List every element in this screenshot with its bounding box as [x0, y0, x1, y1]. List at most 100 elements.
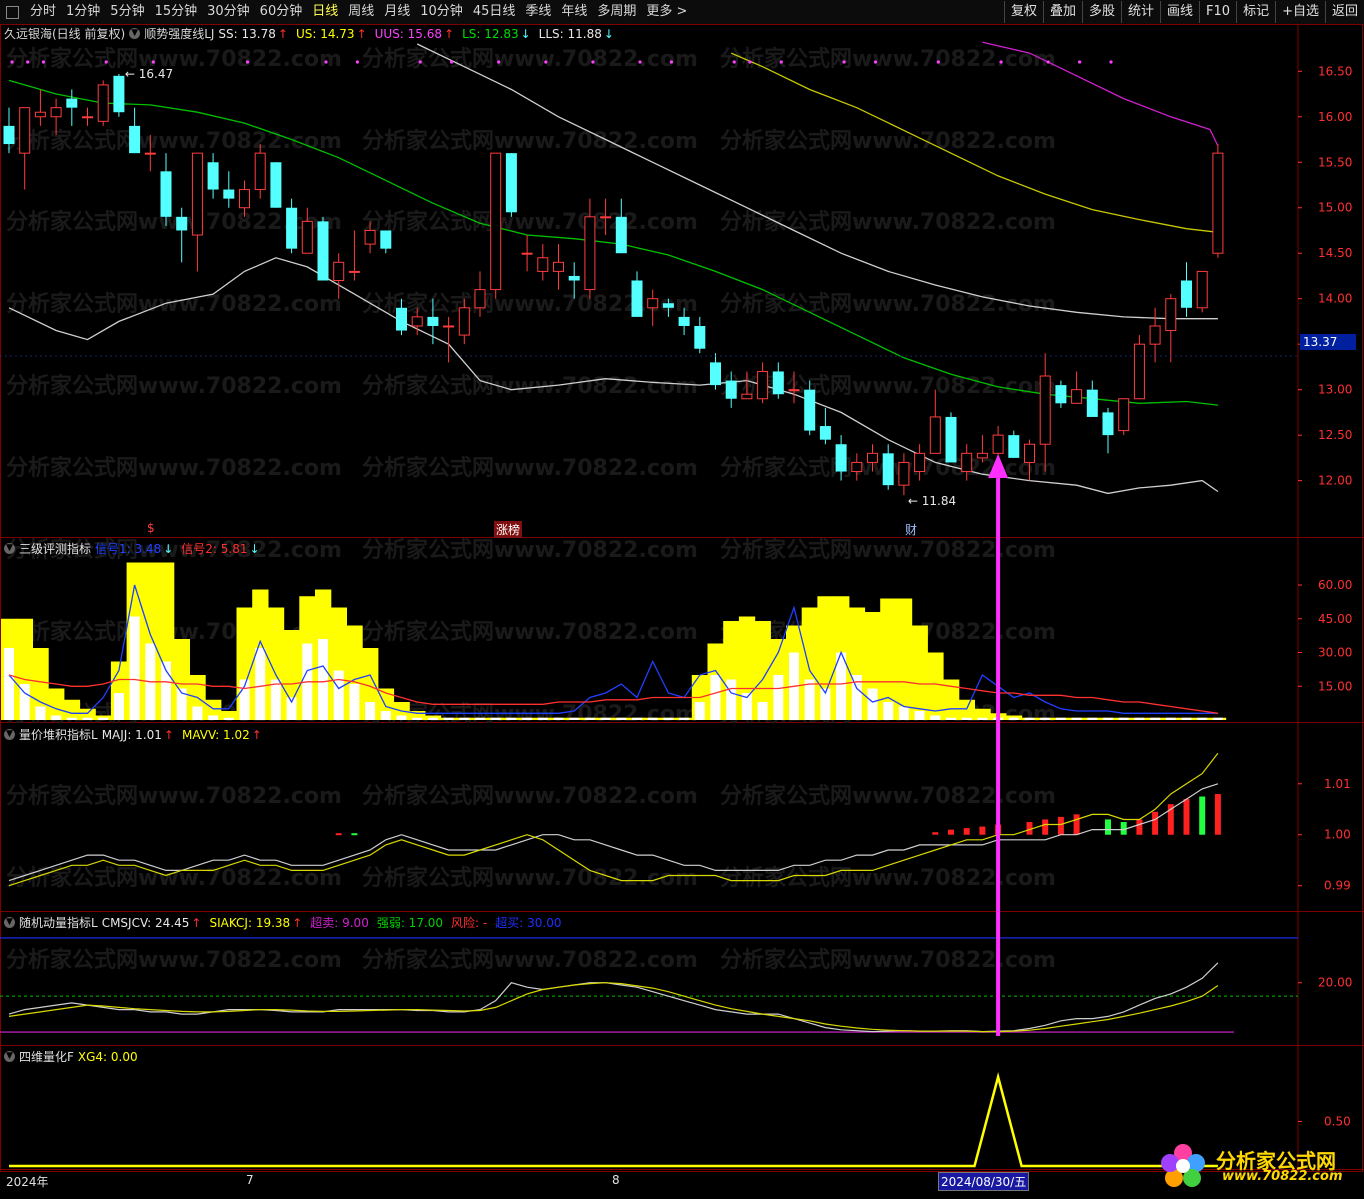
signal-dot: [418, 60, 422, 64]
white-bar: [365, 702, 376, 720]
panel2-axis-label: 0.99: [1324, 879, 1351, 893]
indicator-value: XG4: 0.00: [77, 1049, 138, 1064]
watermark-text: 分析家公式网www.70822.com: [720, 209, 1056, 235]
candle-body: [882, 453, 894, 486]
white-bar: [318, 639, 328, 720]
panel4-header: ▼ 四维量化F XG4: 0.00: [4, 1048, 146, 1065]
white-bar: [35, 706, 46, 720]
white-bar: [192, 706, 203, 720]
white-bar: [113, 693, 124, 720]
candle-body: [490, 152, 502, 291]
watermark-text: 分析家公式网www.70822.com: [362, 46, 698, 72]
candle-body: [1086, 389, 1098, 417]
watermark-text: 分析家公式网www.70822.com: [362, 373, 698, 399]
white-bar: [804, 679, 815, 720]
panel1-values: 信号1: 3.48 ↓ 信号2: 5.81 ↓: [95, 540, 268, 557]
candle-body: [443, 325, 455, 328]
price-axis-label: 16.50: [1318, 64, 1352, 78]
site-logo: 分析家公式网 www.70822.com: [1156, 1141, 1356, 1191]
candle-body: [3, 125, 15, 145]
candle-body: [270, 162, 282, 208]
signal-dot: [151, 60, 155, 64]
candle-body: [976, 452, 988, 459]
white-bar: [82, 717, 93, 720]
candle-body: [505, 153, 517, 213]
candle-body: [992, 434, 1004, 454]
trend-arrow-icon: ↓: [163, 542, 174, 556]
candle-body: [1071, 389, 1083, 404]
yellow-bar: [63, 699, 81, 720]
candle-body: [851, 461, 863, 473]
white-bar: [1040, 717, 1051, 720]
watermark-text: 分析家公式网www.70822.com: [362, 128, 698, 154]
white-bar: [914, 711, 925, 720]
event-tag[interactable]: 财: [905, 521, 917, 538]
toggle-icon[interactable]: ▼: [129, 28, 141, 39]
signal-dot: [936, 60, 940, 64]
price-axis-label: 12.50: [1318, 428, 1352, 442]
watermark-text: 分析家公式网www.70822.com: [362, 947, 698, 973]
yellow-bar: [958, 699, 975, 720]
x-axis-label: 8: [612, 1173, 620, 1187]
toggle-icon[interactable]: ▼: [4, 729, 15, 740]
white-bar: [51, 715, 62, 720]
panel3-values: CMSJCV: 24.45 ↑ SIAKCJ: 19.38 ↑ 超卖: 9.00 强弱: …: [102, 914, 570, 931]
watermark-text: 分析家公式网www.70822.com: [6, 783, 342, 809]
panel2-values: MAJJ: 1.01 ↑ MAVV: 1.02 ↑: [102, 728, 270, 742]
signal-dot: [748, 60, 752, 64]
candle-body: [427, 316, 439, 326]
event-tag[interactable]: 涨榜: [494, 521, 523, 538]
toggle-icon[interactable]: ▼: [4, 917, 15, 928]
candle-body: [50, 107, 62, 118]
watermark-text: 分析家公式网www.70822.com: [6, 46, 342, 72]
event-tag[interactable]: $: [147, 521, 155, 535]
panel1-header: ▼ 三级评测指标 信号1: 3.48 ↓ 信号2: 5.81 ↓: [4, 540, 268, 557]
candle-body: [474, 289, 486, 309]
indicator-values: SS: 13.78 ↑ US: 14.73 ↑ UUS: 15.68 ↑ LS: 12.83…: [218, 27, 622, 41]
white-bar: [898, 706, 909, 720]
watermark-text: 分析家公式网www.70822.com: [362, 865, 698, 891]
volume-bar: [979, 826, 986, 835]
candle-body: [1039, 375, 1051, 445]
white-bar: [584, 717, 595, 720]
candle-body: [898, 461, 910, 486]
white-bar: [647, 717, 658, 720]
volume-bar: [1057, 816, 1064, 835]
trend-arrow-icon: ↑: [277, 26, 288, 41]
toggle-icon[interactable]: ▼: [4, 1051, 15, 1062]
chart-canvas[interactable]: 分析家公式网www.70822.com 分析家公式网www.70822.com 分析…: [0, 0, 1364, 1199]
candle-body: [929, 416, 941, 454]
toggle-icon[interactable]: ▼: [4, 543, 15, 554]
white-bar: [98, 717, 109, 720]
candle-body: [333, 261, 345, 281]
white-bar: [349, 684, 360, 720]
candle-body: [647, 298, 659, 309]
panel1-axis-label: 30.00: [1318, 646, 1352, 660]
candle-body: [34, 111, 46, 118]
white-bar: [4, 648, 14, 720]
indicator-value: CMSJCV: 24.45: [101, 916, 190, 930]
volume-bar: [1199, 796, 1206, 835]
logo-url: www.70822.com: [1222, 1169, 1343, 1184]
indicator-value: 超买: 30.00: [495, 916, 562, 930]
candle-body: [144, 152, 156, 155]
candle-body: [129, 125, 141, 154]
white-bar: [632, 717, 642, 720]
candle-body: [19, 107, 31, 154]
indicator-value: SIAKCJ: 19.38: [209, 916, 291, 930]
panel3-name: 随机动量指标L: [19, 916, 98, 930]
candle-body: [521, 252, 533, 255]
watermark-text: 分析家公式网www.70822.com: [720, 373, 1056, 399]
white-bar: [1150, 717, 1161, 720]
white-bar: [757, 702, 768, 720]
watermark-text: 分析家公式网www.70822.com: [362, 783, 698, 809]
white-bar: [773, 675, 784, 720]
candle-body: [380, 230, 392, 249]
white-bar: [537, 717, 548, 720]
white-bar: [1197, 717, 1208, 720]
x-axis-label: 2024年: [6, 1175, 49, 1189]
yellow-bar: [48, 688, 65, 720]
white-bar: [1071, 717, 1082, 720]
candle-body: [553, 261, 564, 272]
indicator-value: US: 14.73: [295, 26, 355, 41]
